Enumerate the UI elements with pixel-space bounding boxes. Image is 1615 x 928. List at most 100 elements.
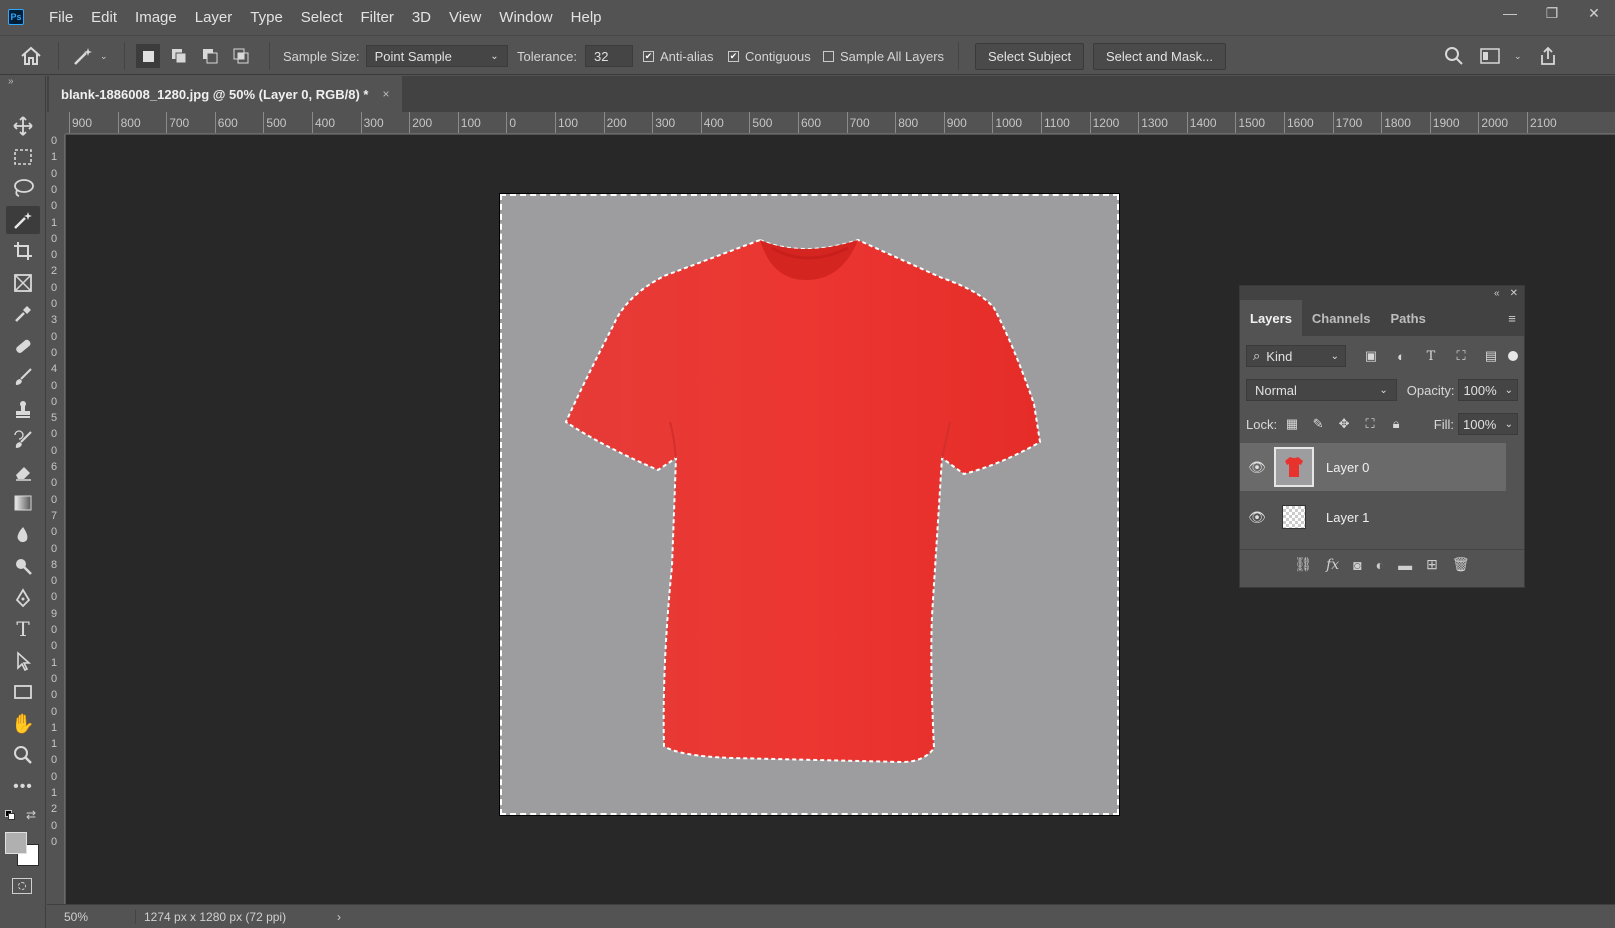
layer-row[interactable]: 👁︎ Layer 1: [1240, 493, 1506, 541]
hand-tool[interactable]: ✋: [6, 710, 40, 738]
chevron-right-icon[interactable]: ›: [337, 910, 341, 924]
opacity-input[interactable]: 100% ⌄: [1458, 379, 1518, 401]
menu-filter[interactable]: Filter: [352, 9, 403, 26]
share-button[interactable]: [1538, 36, 1558, 76]
home-button[interactable]: [20, 36, 42, 76]
new-selection-button[interactable]: [136, 44, 160, 68]
history-brush-icon: [14, 430, 32, 448]
select-subject-button[interactable]: Select Subject: [975, 42, 1085, 70]
document-tab[interactable]: blank-1886008_1280.jpg @ 50% (Layer 0, R…: [49, 76, 402, 112]
collapse-panel-icon[interactable]: «: [1494, 288, 1500, 299]
tab-paths[interactable]: Paths: [1380, 300, 1435, 336]
pen-tool[interactable]: [6, 584, 40, 612]
sample-all-layers-checkbox[interactable]: Sample All Layers: [823, 36, 944, 76]
restore-button[interactable]: ❐: [1531, 0, 1573, 26]
anti-alias-checkbox[interactable]: ✔ Anti-alias: [643, 36, 713, 76]
zoom-level[interactable]: 50%: [47, 910, 107, 924]
ruler-label: 0: [51, 232, 58, 245]
rectangle-tool[interactable]: [6, 678, 40, 706]
menu-layer[interactable]: Layer: [186, 9, 242, 26]
close-icon[interactable]: ×: [383, 87, 390, 101]
filter-kind-dropdown[interactable]: ⌕ Kind ⌄: [1246, 345, 1346, 367]
zoom-tool[interactable]: [6, 741, 40, 769]
minimize-button[interactable]: —: [1489, 0, 1531, 26]
subtract-from-selection-button[interactable]: [198, 44, 222, 68]
close-icon[interactable]: ✕: [1510, 288, 1518, 299]
menu-file[interactable]: File: [40, 9, 82, 26]
menu-window[interactable]: Window: [490, 9, 561, 26]
marquee-tool[interactable]: [6, 143, 40, 171]
gradient-tool[interactable]: [6, 489, 40, 517]
close-window-button[interactable]: ✕: [1573, 0, 1615, 26]
horizontal-ruler[interactable]: 900 800 700 600 500 400 300 200 100 0 100 200 300 400…: [65, 112, 1615, 134]
new-group-icon[interactable]: ▬: [1398, 557, 1412, 573]
layer-row[interactable]: 👁︎ Layer 0: [1240, 443, 1506, 491]
menu-3d[interactable]: 3D: [403, 9, 440, 26]
filter-adjustment-icon[interactable]: ◐: [1386, 349, 1416, 364]
panel-menu-icon[interactable]: ≡: [1500, 300, 1524, 336]
history-brush-tool[interactable]: [6, 426, 40, 454]
edit-toolbar-button[interactable]: •••: [6, 773, 40, 801]
select-and-mask-button[interactable]: Select and Mask...: [1093, 42, 1226, 70]
lasso-tool[interactable]: [6, 174, 40, 202]
filter-smart-object-icon[interactable]: ▤: [1476, 348, 1506, 364]
blur-tool[interactable]: [6, 521, 40, 549]
filter-pixel-icon[interactable]: ▣: [1356, 348, 1386, 364]
tab-layers[interactable]: Layers: [1240, 300, 1302, 336]
eyedropper-tool[interactable]: [6, 300, 40, 328]
menu-type[interactable]: Type: [241, 9, 292, 26]
document-image[interactable]: [499, 193, 1120, 816]
fx-icon[interactable]: fx: [1326, 557, 1339, 573]
intersect-selection-button[interactable]: [229, 44, 253, 68]
clone-stamp-tool[interactable]: [6, 395, 40, 423]
tool-preset-picker[interactable]: ⌄: [72, 36, 108, 76]
frame-tool[interactable]: [6, 269, 40, 297]
move-tool[interactable]: [6, 112, 40, 140]
panel-expand-icon[interactable]: »: [8, 76, 14, 87]
quick-mask-button[interactable]: [12, 878, 32, 894]
lock-artboard-icon[interactable]: ⛶: [1357, 416, 1383, 432]
filter-toggle-icon[interactable]: [1508, 351, 1518, 361]
tolerance-input[interactable]: 32: [584, 45, 633, 67]
healing-brush-tool[interactable]: [6, 332, 40, 360]
foreground-color-swatch[interactable]: [5, 832, 27, 854]
menu-select[interactable]: Select: [292, 9, 352, 26]
eye-icon[interactable]: 👁︎: [1240, 509, 1274, 526]
brush-tool[interactable]: [6, 363, 40, 391]
new-layer-icon[interactable]: ⊞: [1426, 556, 1438, 573]
path-selection-tool[interactable]: [6, 647, 40, 675]
lock-all-icon[interactable]: 🔒︎: [1383, 416, 1409, 432]
type-tool[interactable]: T: [6, 615, 40, 643]
sample-size-dropdown[interactable]: Point Sample ⌄: [365, 45, 508, 67]
menu-edit[interactable]: Edit: [82, 9, 126, 26]
lock-image-pixels-icon[interactable]: ✎: [1305, 416, 1331, 432]
lock-transparent-icon[interactable]: ▦: [1279, 416, 1305, 432]
blend-mode-dropdown[interactable]: Normal ⌄: [1246, 379, 1397, 401]
vertical-ruler[interactable]: 0 1 0 0 0 1 0 0 2 0 0 3 0 0 4 0 0 5 0 0 6 0 0 7 0 0 8 0 0 9 0 0 1 0 0 0 1 1 0 0…: [47, 134, 65, 904]
tab-channels[interactable]: Channels: [1302, 300, 1381, 336]
link-layers-icon[interactable]: ⛓: [1294, 556, 1312, 573]
eraser-tool[interactable]: [6, 458, 40, 486]
menu-view[interactable]: View: [440, 9, 490, 26]
ruler-tick: [749, 112, 751, 133]
fill-input[interactable]: 100% ⌄: [1458, 413, 1518, 435]
menu-image[interactable]: Image: [126, 9, 186, 26]
magic-wand-tool[interactable]: [6, 206, 40, 234]
adjustment-layer-icon[interactable]: ◐: [1376, 557, 1384, 573]
swap-colors-icon[interactable]: ⇄: [26, 808, 36, 822]
lock-position-icon[interactable]: ✥: [1331, 416, 1357, 432]
crop-tool[interactable]: [6, 237, 40, 265]
dodge-tool[interactable]: [6, 552, 40, 580]
filter-shape-icon[interactable]: ⛶: [1446, 348, 1476, 364]
trash-icon[interactable]: 🗑︎: [1452, 556, 1470, 573]
filter-type-icon[interactable]: T: [1416, 349, 1446, 364]
eye-icon[interactable]: 👁︎: [1240, 459, 1274, 476]
menu-help[interactable]: Help: [562, 9, 611, 26]
document-info[interactable]: 1274 px x 1280 px (72 ppi): [135, 909, 335, 924]
contiguous-checkbox[interactable]: ✔ Contiguous: [728, 36, 811, 76]
search-button[interactable]: [1444, 36, 1464, 76]
workspace-button[interactable]: ⌄: [1480, 36, 1522, 76]
default-colors-icon[interactable]: [5, 810, 15, 820]
add-to-selection-button[interactable]: [167, 44, 191, 68]
add-mask-icon[interactable]: ◙: [1353, 557, 1361, 573]
